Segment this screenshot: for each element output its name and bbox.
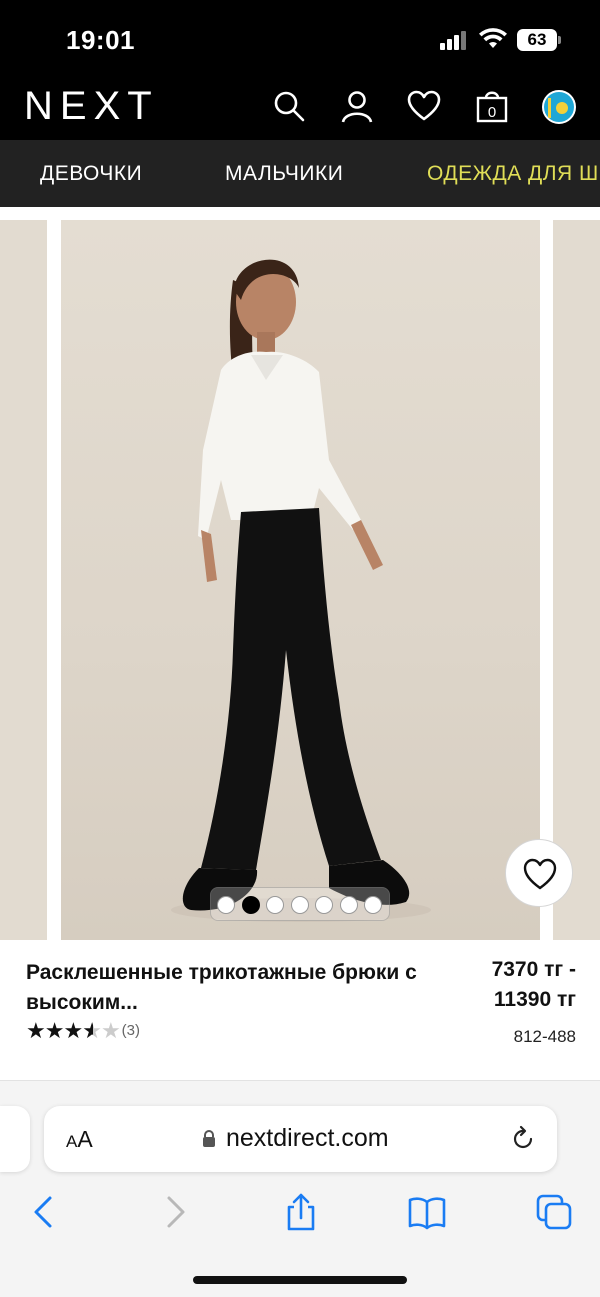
status-time: 19:01 xyxy=(66,25,135,55)
text-size-button[interactable]: AA xyxy=(66,1126,93,1153)
previous-tab-preview[interactable] xyxy=(0,1106,30,1172)
battery-tip xyxy=(558,36,561,44)
product-title[interactable]: Расклешенные трикотажные брюки с высоким… xyxy=(26,958,426,1018)
price-range-to: 11390 тг xyxy=(493,988,576,1011)
reload-icon[interactable] xyxy=(508,1124,538,1154)
star-icon: ★ xyxy=(63,1018,84,1043)
category-school-uniform[interactable]: ОДЕЖДА ДЛЯ Ш xyxy=(427,140,599,207)
heart-icon xyxy=(523,858,557,890)
review-count: (3) xyxy=(121,1022,141,1039)
forward-icon[interactable] xyxy=(155,1192,195,1232)
app-header: 19:01 63 NEXT 0 xyxy=(0,0,600,140)
bookmarks-icon[interactable] xyxy=(407,1192,447,1232)
carousel-dot-active[interactable] xyxy=(242,896,260,914)
product-image[interactable] xyxy=(61,220,540,940)
category-boys[interactable]: МАЛЬЧИКИ xyxy=(225,140,343,207)
home-indicator[interactable] xyxy=(193,1276,407,1284)
share-icon[interactable] xyxy=(281,1192,321,1232)
carousel-dot[interactable] xyxy=(266,896,284,914)
brand-logo[interactable]: NEXT xyxy=(24,84,159,128)
empty-star-icon: ★ xyxy=(100,1018,121,1043)
lock-icon xyxy=(203,1130,215,1147)
category-nav: ДЕВОЧКИ МАЛЬЧИКИ ОДЕЖДА ДЛЯ Ш xyxy=(0,140,600,207)
product-photo-illustration xyxy=(171,259,431,922)
carousel-dot[interactable] xyxy=(291,896,309,914)
carousel-pagination xyxy=(210,887,390,921)
product-rating: ★★★★★(3) xyxy=(26,1019,140,1043)
favourites-icon[interactable] xyxy=(406,88,442,124)
bag-count: 0 xyxy=(488,104,496,121)
cellular-signal-icon xyxy=(440,30,468,50)
bag-icon[interactable]: 0 xyxy=(474,88,510,124)
battery-indicator: 63 xyxy=(517,29,557,51)
search-icon[interactable] xyxy=(271,88,307,124)
price-range-from: 7370 тг - xyxy=(491,958,576,981)
country-flag-icon[interactable] xyxy=(542,90,576,124)
wifi-icon xyxy=(478,27,508,49)
category-girls[interactable]: ДЕВОЧКИ xyxy=(40,140,142,207)
carousel-dot[interactable] xyxy=(340,896,358,914)
carousel-dot[interactable] xyxy=(217,896,235,914)
star-icon: ★ xyxy=(44,1018,65,1043)
url-text[interactable]: nextdirect.com xyxy=(226,1124,389,1153)
carousel-dot[interactable] xyxy=(364,896,382,914)
product-sku: 812-488 xyxy=(513,1027,576,1046)
previous-product-image[interactable] xyxy=(0,220,47,940)
add-to-favourites-button[interactable] xyxy=(505,839,573,907)
product-price: 7370 тг - 11390 тг xyxy=(492,955,576,1015)
back-icon[interactable] xyxy=(24,1192,64,1232)
account-icon[interactable] xyxy=(339,88,375,124)
half-star-icon: ★ xyxy=(82,1018,102,1043)
tabs-icon[interactable] xyxy=(534,1192,574,1232)
next-product-image[interactable] xyxy=(553,220,600,940)
carousel-dot[interactable] xyxy=(315,896,333,914)
star-icon: ★ xyxy=(26,1018,46,1043)
address-bar[interactable]: AA nextdirect.com xyxy=(44,1106,557,1172)
